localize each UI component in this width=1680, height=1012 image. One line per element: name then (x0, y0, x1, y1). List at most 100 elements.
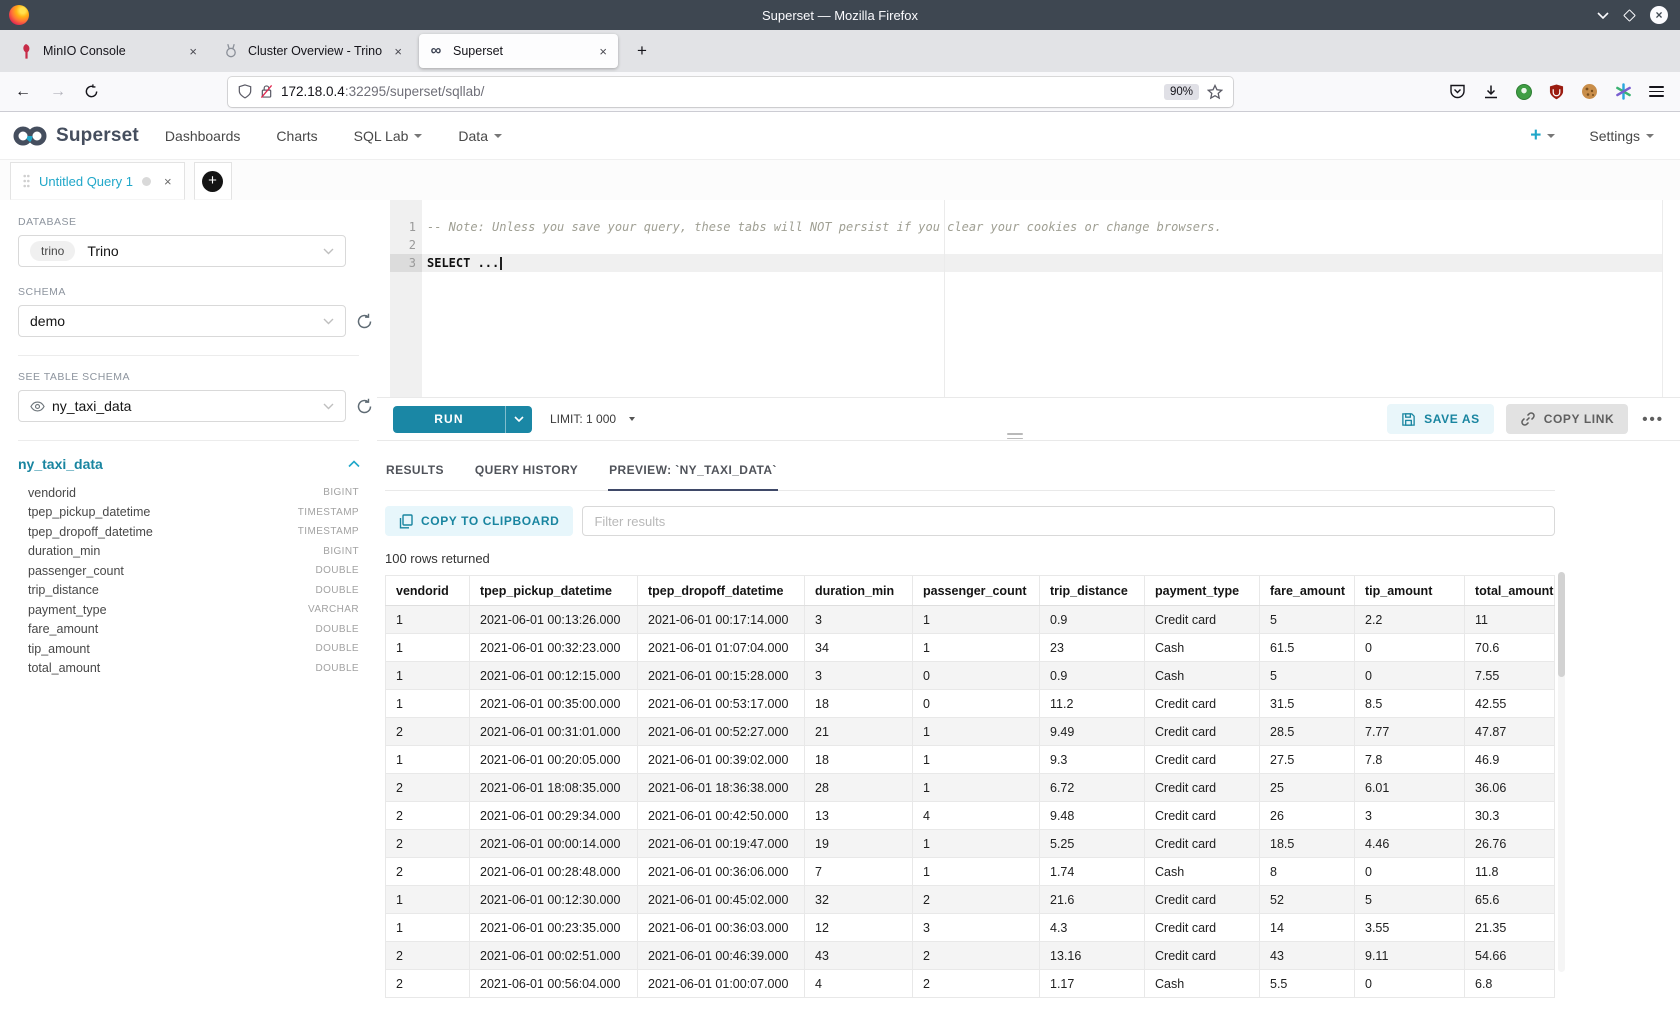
query-tab-close-icon[interactable]: × (164, 174, 172, 189)
settings-menu[interactable]: Settings (1589, 128, 1654, 144)
table-cell: 1 (913, 830, 1040, 858)
table-cell: 1 (386, 662, 470, 690)
plus-icon: + (1530, 126, 1541, 145)
extension-green-icon[interactable] (1516, 84, 1532, 100)
tab-close-icon[interactable]: × (392, 44, 404, 59)
bookmark-star-icon[interactable] (1207, 84, 1223, 100)
insecure-lock-icon[interactable] (260, 84, 273, 99)
pocket-icon[interactable] (1449, 83, 1466, 100)
results-tabs: RESULTS QUERY HISTORY PREVIEW: `NY_TAXI_DA… (385, 458, 1555, 491)
table-select[interactable]: ny_taxi_data (18, 390, 346, 422)
save-as-button[interactable]: SAVE AS (1387, 404, 1494, 434)
extension-colorful-icon[interactable] (1615, 83, 1632, 100)
superset-brand[interactable]: Superset (12, 124, 139, 148)
database-select[interactable]: trino Trino (18, 235, 346, 267)
table-cell: 54.66 (1465, 942, 1555, 970)
database-engine-badge: trino (30, 241, 75, 261)
table-cell: 0.9 (1040, 606, 1145, 634)
column-header[interactable]: tip_amount (1355, 576, 1465, 606)
refresh-tables-icon[interactable] (356, 398, 373, 415)
table-cell: 18 (805, 746, 913, 774)
results-tab-2[interactable]: PREVIEW: `NY_TAXI_DATA` (608, 458, 778, 490)
column-header[interactable]: tpep_pickup_datetime (470, 576, 638, 606)
table-cell: 46.9 (1465, 746, 1555, 774)
column-header[interactable]: trip_distance (1040, 576, 1145, 606)
drag-grip-icon[interactable] (23, 174, 30, 188)
browser-tab-superset[interactable]: ∞ Superset × (419, 34, 618, 68)
nav-item-dashboards[interactable]: Dashboards (165, 128, 241, 144)
table-cell: Cash (1145, 634, 1260, 662)
menu-icon[interactable] (1649, 86, 1664, 97)
chevron-down-icon (1646, 134, 1654, 138)
column-header[interactable]: total_amount (1465, 576, 1555, 606)
window-close-icon[interactable]: × (1650, 6, 1668, 24)
zoom-level-badge[interactable]: 90% (1164, 84, 1199, 100)
browser-tab-label: Superset (453, 44, 597, 58)
results-tab-0[interactable]: RESULTS (385, 458, 445, 490)
reload-button[interactable] (76, 78, 106, 106)
table-cell: 1 (386, 914, 470, 942)
query-tab[interactable]: Untitled Query 1 × (10, 162, 185, 200)
scrollbar-thumb[interactable] (1558, 572, 1565, 677)
new-tab-button[interactable]: + (627, 36, 657, 66)
refresh-schemas-icon[interactable] (356, 313, 373, 330)
back-button[interactable]: ← (8, 78, 38, 106)
url-bar[interactable]: 172.18.0.4:32295/superset/sqllab/ 90% (228, 77, 1233, 107)
ublock-icon[interactable] (1549, 84, 1564, 100)
browser-toolbar: ← → 172.18.0.4:32295/superset/sqllab/ (0, 72, 1680, 112)
add-new-menu[interactable]: + (1530, 126, 1555, 145)
tab-close-icon[interactable]: × (187, 44, 199, 59)
browser-tab-minio[interactable]: MinIO Console × (9, 34, 208, 68)
forward-button[interactable]: → (43, 78, 73, 106)
column-name: tpep_pickup_datetime (28, 505, 150, 519)
table-cell: 9.48 (1040, 802, 1145, 830)
panel-resize-handle[interactable] (1007, 433, 1023, 439)
nav-item-charts[interactable]: Charts (276, 128, 317, 144)
tracking-shield-icon[interactable] (238, 84, 252, 99)
schema-select[interactable]: demo (18, 305, 346, 337)
column-header[interactable]: duration_min (805, 576, 913, 606)
table-cell: 0 (1355, 858, 1465, 886)
results-scrollbar[interactable] (1558, 572, 1565, 972)
table-cell: 2021-06-01 18:08:35.000 (470, 774, 638, 802)
table-cell: 2 (386, 942, 470, 970)
browser-tab-trino[interactable]: Cluster Overview - Trino × (214, 34, 413, 68)
chevron-down-icon (323, 248, 334, 255)
column-header[interactable]: fare_amount (1260, 576, 1355, 606)
table-cell: 36.06 (1465, 774, 1555, 802)
table-cell: 28 (805, 774, 913, 802)
downloads-icon[interactable] (1483, 84, 1499, 100)
collapse-table-icon[interactable] (348, 460, 360, 468)
cookie-extension-icon[interactable] (1581, 83, 1598, 100)
table-cell: 2021-06-01 00:31:01.000 (470, 718, 638, 746)
nav-item-data[interactable]: Data (458, 128, 502, 144)
query-tab-label: Untitled Query 1 (39, 174, 133, 189)
table-cell: 6.8 (1465, 970, 1555, 998)
nav-item-sql-lab[interactable]: SQL Lab (354, 128, 423, 144)
sql-editor[interactable]: 123 -- Note: Unless you save your query,… (390, 200, 1663, 397)
column-header[interactable]: vendorid (386, 576, 470, 606)
chevron-down-icon (323, 318, 334, 325)
limit-dropdown[interactable]: LIMIT: 1 000 (550, 412, 635, 426)
column-type: TIMESTAMP (298, 507, 359, 518)
editor-code: -- Note: Unless you save your query, the… (422, 200, 1662, 397)
results-tab-1[interactable]: QUERY HISTORY (474, 458, 579, 490)
column-header[interactable]: payment_type (1145, 576, 1260, 606)
copy-link-button[interactable]: COPY LINK (1506, 404, 1629, 434)
window-minimize-icon[interactable] (1597, 12, 1609, 19)
more-actions-button[interactable]: ••• (1642, 411, 1664, 428)
add-query-tab-button[interactable]: + (194, 162, 232, 200)
table-cell: 2021-06-01 00:39:02.000 (638, 746, 805, 774)
results-table: vendoridtpep_pickup_datetimetpep_dropoff… (385, 575, 1555, 998)
column-type: DOUBLE (315, 663, 359, 674)
column-header[interactable]: passenger_count (913, 576, 1040, 606)
run-button[interactable]: RUN (393, 406, 532, 433)
tab-close-icon[interactable]: × (597, 44, 609, 59)
limit-value: 1 000 (586, 412, 616, 426)
window-maximize-icon[interactable] (1623, 9, 1636, 22)
column-header[interactable]: tpep_dropoff_datetime (638, 576, 805, 606)
filter-results-input[interactable] (582, 506, 1555, 536)
copy-to-clipboard-button[interactable]: COPY TO CLIPBOARD (385, 506, 573, 536)
run-options-caret[interactable] (505, 406, 532, 433)
table-cell: 7.77 (1355, 718, 1465, 746)
